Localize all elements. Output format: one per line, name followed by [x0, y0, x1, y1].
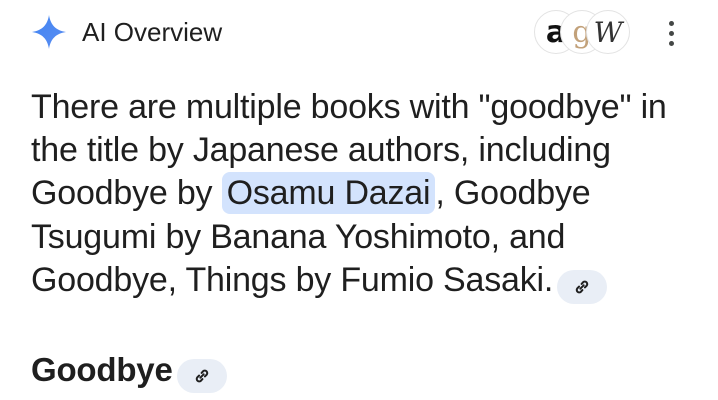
gemini-sparkle-icon — [32, 15, 66, 49]
more-options-icon[interactable] — [660, 18, 682, 52]
section-citation-link-button[interactable] — [176, 359, 227, 393]
overview-paragraph: There are multiple books with "goodbye" … — [31, 86, 701, 304]
highlighted-author-link[interactable]: Osamu Dazai — [221, 172, 436, 215]
link-icon — [195, 369, 208, 383]
wikipedia-source-icon[interactable]: W — [586, 10, 630, 54]
ai-overview-header: AI Overview a g W — [0, 0, 718, 66]
ai-overview-title: AI Overview — [82, 17, 223, 47]
source-favicons[interactable]: a g W — [534, 10, 630, 56]
section-heading-text: Goodbye — [31, 351, 173, 388]
citation-link-button[interactable] — [557, 269, 608, 304]
link-icon — [575, 280, 589, 294]
section-heading: Goodbye — [31, 350, 227, 393]
